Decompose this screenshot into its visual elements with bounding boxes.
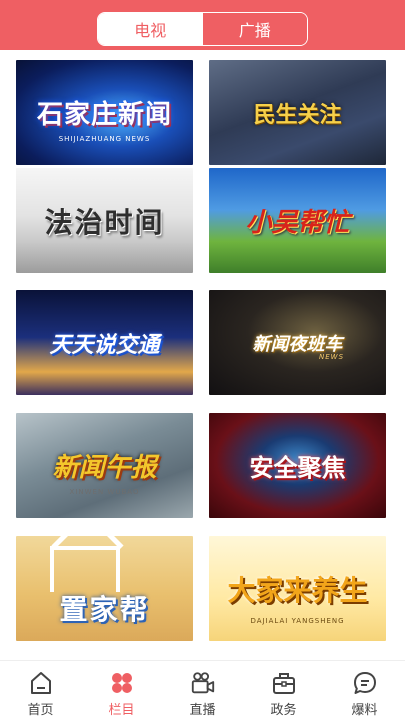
program-logo-text: 天天说交通: [49, 332, 160, 358]
top-bar: 电视 广播: [0, 0, 405, 50]
program-logo-subtitle: SHIJIAZHUANG NEWS: [58, 135, 151, 143]
program-logo-text: 新闻午报: [52, 453, 157, 483]
grid-icon: [109, 670, 135, 696]
nav-label: 直播: [189, 703, 216, 718]
program-card[interactable]: 天天说交通: [16, 290, 193, 395]
program-logo-text: 安全聚焦: [249, 454, 346, 482]
home-icon: [28, 670, 54, 696]
program-card[interactable]: 法治时间: [16, 168, 193, 273]
program-card[interactable]: 安全聚焦: [209, 413, 386, 518]
program-card[interactable]: 小吴帮忙: [209, 168, 386, 273]
program-logo-subtitle: NEWS: [319, 353, 345, 361]
program-card[interactable]: 新闻午报 XINWEN WUBAO: [16, 413, 193, 518]
program-logo-text: 石家庄新闻: [36, 100, 172, 130]
video-camera-icon: [190, 670, 216, 696]
chat-bubble-icon: [352, 670, 378, 696]
nav-columns[interactable]: 栏目: [81, 661, 162, 720]
program-logo-text: 法治时间: [44, 205, 165, 239]
nav-government[interactable]: 政务: [243, 661, 324, 720]
tab-radio[interactable]: 广播: [202, 13, 307, 45]
nav-label: 政务: [270, 703, 297, 718]
bottom-navigation: 首页 栏目 直播 政务 爆料: [0, 660, 405, 720]
tab-tv[interactable]: 电视: [98, 13, 203, 45]
program-card[interactable]: 大家来养生 DAJIALAI YANGSHENG: [209, 536, 386, 641]
program-card[interactable]: 置家帮: [16, 536, 193, 641]
nav-live[interactable]: 直播: [162, 661, 243, 720]
nav-label: 爆料: [351, 703, 378, 718]
program-logo-text: 置家帮: [59, 592, 150, 626]
nav-label: 首页: [27, 703, 54, 718]
program-logo-text: 新闻夜班车: [252, 333, 343, 355]
program-grid: 石家庄新闻 SHIJIAZHUANG NEWS 民生关注 法治时间 小吴帮忙 天…: [0, 50, 405, 656]
briefcase-icon: [271, 670, 297, 696]
program-card[interactable]: 新闻夜班车 NEWS: [209, 290, 386, 395]
program-logo-text: 小吴帮忙: [245, 208, 350, 238]
program-logo-text: 民生关注: [253, 102, 342, 128]
program-card[interactable]: 石家庄新闻 SHIJIAZHUANG NEWS: [16, 60, 193, 165]
nav-report[interactable]: 爆料: [324, 661, 405, 720]
nav-home[interactable]: 首页: [0, 661, 81, 720]
program-logo-subtitle: DAJIALAI YANGSHENG: [250, 617, 345, 625]
program-logo-subtitle: XINWEN WUBAO: [69, 488, 140, 496]
program-logo-text: 大家来养生: [227, 573, 368, 607]
program-card[interactable]: 民生关注: [209, 60, 386, 165]
nav-label: 栏目: [108, 703, 135, 718]
channel-type-switch: 电视 广播: [97, 12, 308, 46]
